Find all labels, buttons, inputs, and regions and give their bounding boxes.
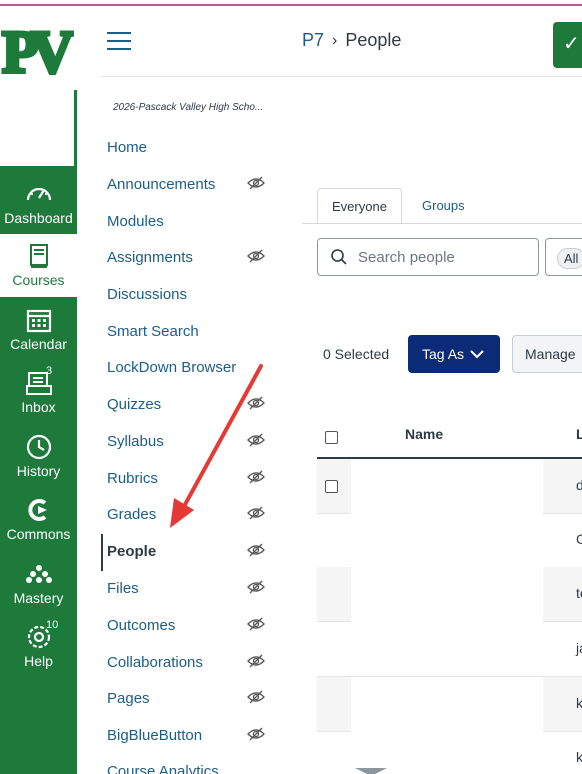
tag-as-button[interactable]: Tag As	[408, 335, 500, 373]
role-filter-select[interactable]: All	[545, 238, 582, 276]
checkmark-icon: ✓	[563, 33, 580, 55]
logo-divider	[74, 90, 77, 166]
mastery-icon	[25, 565, 52, 583]
search-icon	[331, 249, 347, 265]
redacted-name-cell	[351, 459, 543, 514]
chevron-down-icon	[470, 350, 484, 359]
eye-slash-icon	[247, 580, 265, 594]
global-nav-inbox[interactable]: 3 Inbox	[0, 361, 77, 424]
table-row[interactable]: ja	[317, 622, 582, 677]
global-nav-calendar[interactable]: Calendar	[0, 298, 77, 361]
svg-text:PV: PV	[2, 19, 74, 82]
header-divider	[101, 76, 582, 77]
global-nav-label: History	[16, 463, 61, 479]
hamburger-line	[107, 40, 131, 42]
global-nav-label: Help	[24, 653, 53, 669]
school-logo[interactable]: PV PV	[0, 16, 74, 82]
role-filter-value: All	[557, 248, 582, 269]
table-row[interactable]: te	[317, 567, 582, 622]
people-table-header: Name L	[317, 418, 582, 458]
breadcrumb-current-page: People	[345, 30, 402, 50]
search-people-input[interactable]	[358, 248, 528, 266]
course-nav-discussions[interactable]: Discussions	[107, 283, 277, 307]
global-nav-history[interactable]: History	[0, 425, 77, 488]
course-nav-active-indicator	[101, 534, 103, 571]
login-cell: ja	[576, 640, 582, 656]
calendar-icon	[26, 309, 51, 333]
course-title: 2026-Pascack Valley High Scho...	[113, 102, 264, 113]
global-nav-label: Mastery	[13, 590, 64, 606]
column-header-login[interactable]: L	[576, 426, 582, 442]
eye-slash-icon	[247, 176, 265, 190]
history-icon	[26, 434, 51, 460]
global-nav-commons[interactable]: Commons	[0, 488, 77, 551]
login-cell: te	[576, 585, 582, 601]
chevron-right-icon: ›	[332, 31, 338, 49]
tab-everyone[interactable]: Everyone	[317, 188, 402, 224]
dashboard-icon	[26, 187, 51, 201]
global-nav: PV PV Dashboard Courses Calendar 3 Inbox…	[0, 6, 77, 774]
login-cell: C	[576, 531, 582, 547]
annotation-arrow	[170, 364, 263, 528]
eye-slash-icon	[247, 617, 265, 631]
commons-icon	[27, 499, 47, 521]
redacted-name-cell	[351, 677, 543, 732]
hamburger-line	[107, 48, 131, 50]
course-nav-home[interactable]: Home	[107, 136, 277, 160]
global-nav-label: Dashboard	[4, 210, 73, 226]
table-row[interactable]: C	[317, 513, 582, 568]
table-row[interactable]: d	[317, 459, 582, 514]
eye-slash-icon	[247, 654, 265, 668]
eye-slash-icon	[247, 543, 265, 557]
row-checkbox[interactable]	[325, 480, 338, 493]
breadcrumb: P7 › People	[302, 30, 401, 51]
tag-as-label: Tag As	[422, 346, 465, 362]
table-row[interactable]: k	[317, 677, 582, 732]
inbox-badge: 3	[46, 365, 53, 377]
help-badge: 10	[46, 619, 59, 631]
login-cell: k	[576, 749, 582, 765]
courses-icon	[29, 244, 48, 268]
login-cell: d	[576, 477, 582, 493]
global-nav-label: Inbox	[21, 399, 56, 415]
select-all-checkbox[interactable]	[325, 431, 338, 444]
people-tabs: Everyone Groups	[302, 188, 582, 224]
hamburger-menu-button[interactable]	[107, 32, 131, 50]
eye-slash-icon	[247, 727, 265, 741]
top-accent-bar	[0, 0, 582, 6]
global-nav-label: Calendar	[10, 336, 67, 352]
redacted-name-cell	[351, 567, 543, 622]
course-nav-smart-search[interactable]: Smart Search	[107, 320, 277, 344]
course-nav-course-analytics[interactable]: Course Analytics	[107, 760, 277, 774]
login-cell: k	[576, 695, 582, 711]
manage-button[interactable]: Manage	[512, 335, 582, 373]
tabs-divider	[302, 223, 582, 224]
header-action-button[interactable]: ✓	[553, 22, 582, 68]
global-nav-label: Commons	[6, 526, 71, 542]
global-nav-mastery[interactable]: Mastery	[0, 552, 77, 615]
hamburger-line	[107, 32, 131, 34]
eye-slash-icon	[247, 690, 265, 704]
global-nav-help[interactable]: 10 Help	[0, 615, 77, 678]
eye-slash-icon	[247, 249, 265, 263]
breadcrumb-course-link[interactable]: P7	[302, 30, 324, 51]
search-people-field[interactable]	[317, 238, 539, 276]
global-nav-label: Courses	[12, 272, 65, 288]
global-nav-courses[interactable]: Courses	[0, 234, 77, 297]
tab-groups[interactable]: Groups	[408, 188, 479, 224]
scroll-down-indicator[interactable]	[355, 768, 387, 774]
selected-count: 0 Selected	[323, 346, 390, 362]
course-nav-modules[interactable]: Modules	[107, 210, 277, 234]
column-header-name[interactable]: Name	[405, 426, 443, 442]
global-nav-dashboard[interactable]: Dashboard	[0, 172, 77, 235]
